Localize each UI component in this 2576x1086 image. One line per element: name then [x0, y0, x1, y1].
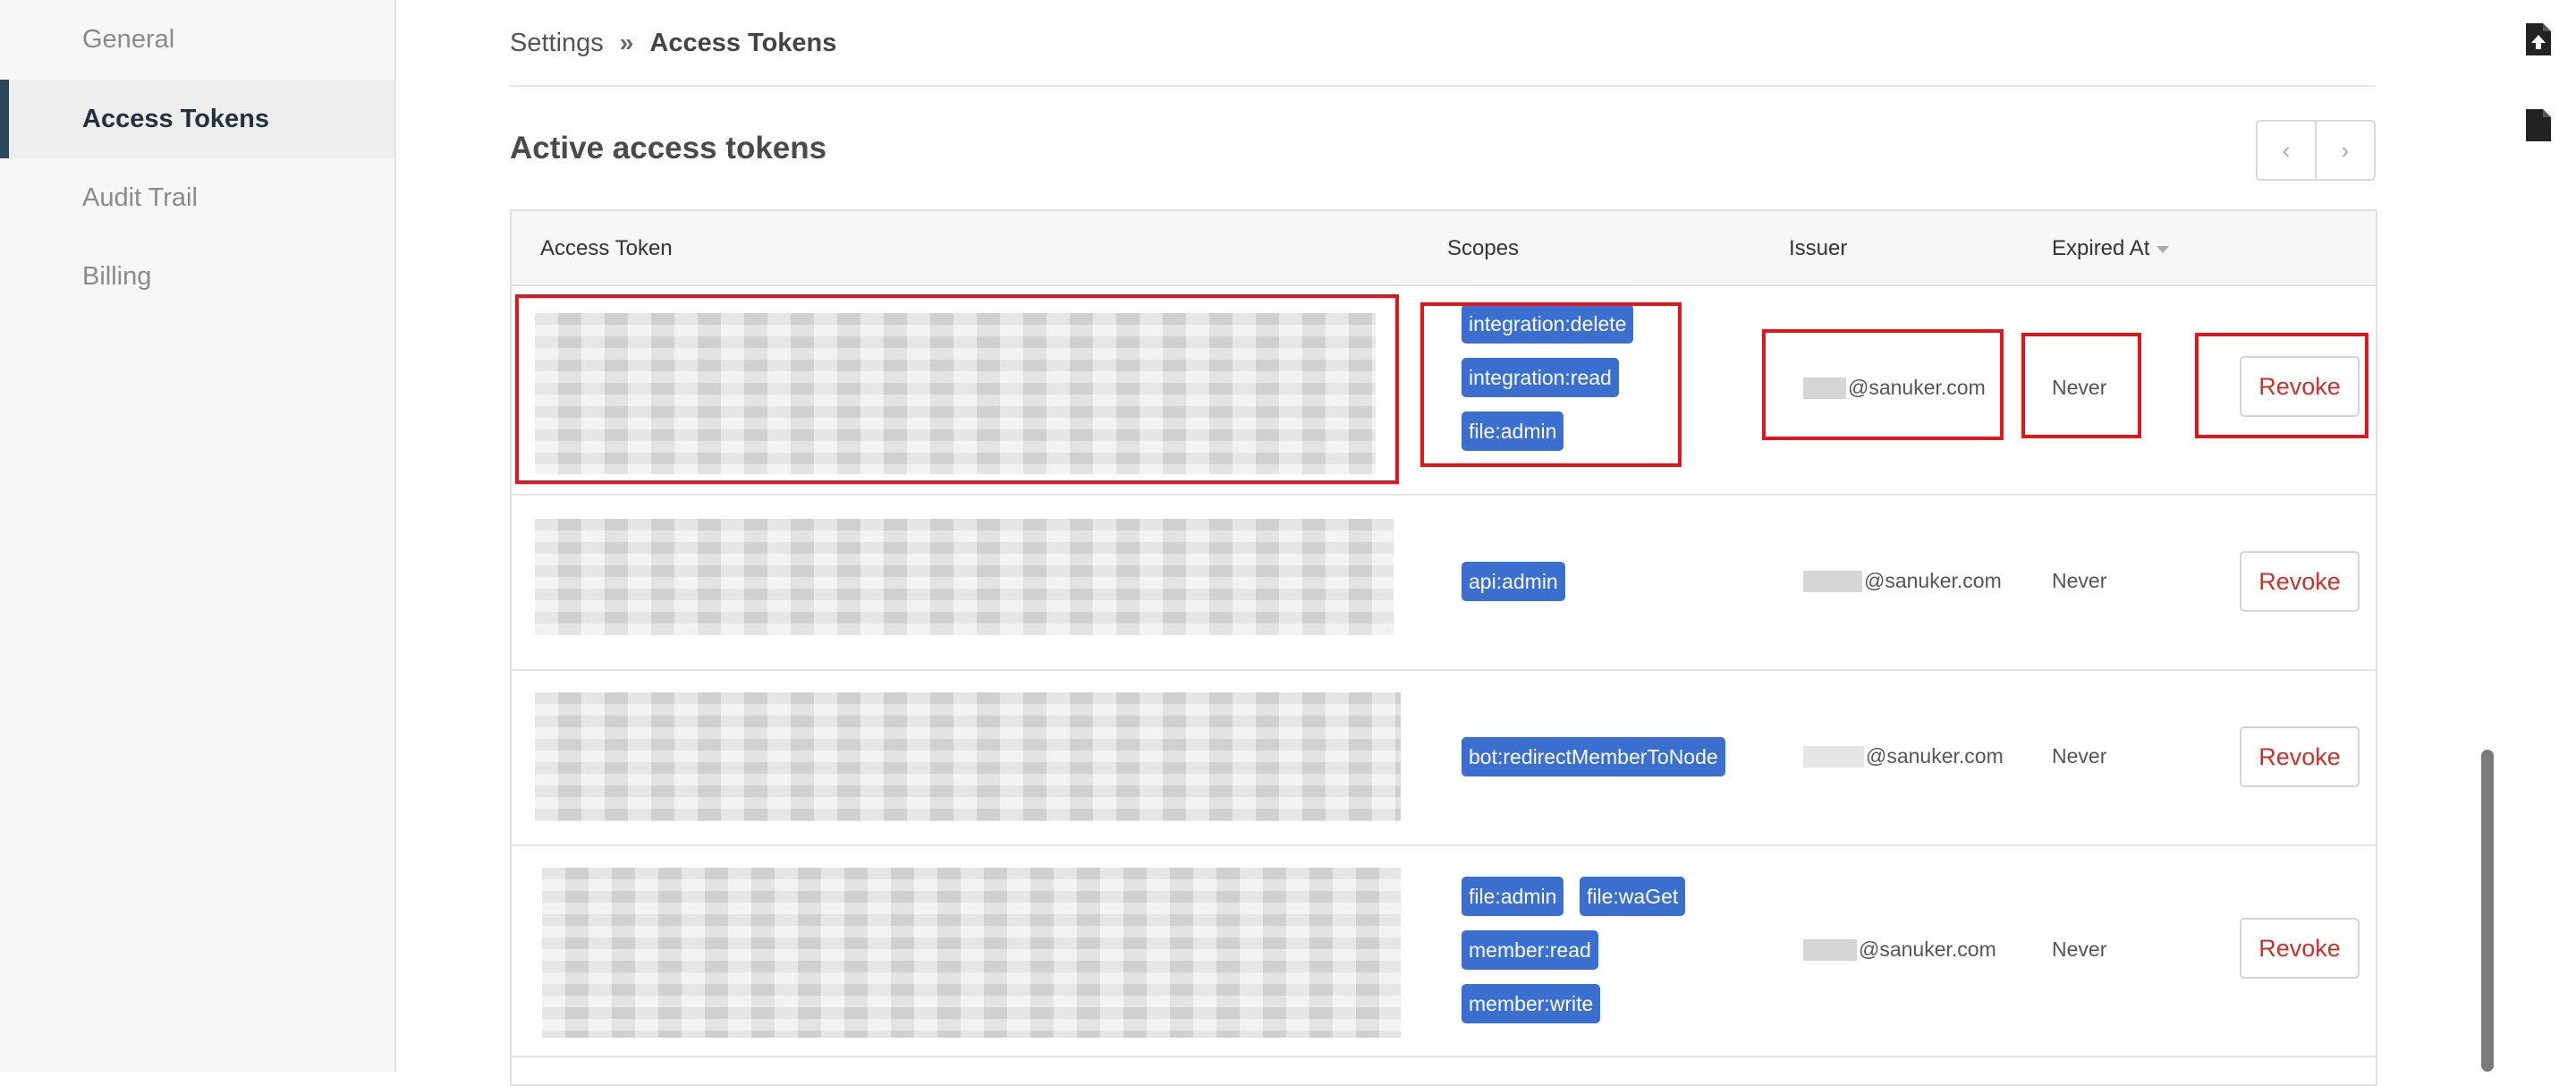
issuer-domain: @sanuker.com: [1866, 744, 2004, 768]
breadcrumb-current: Access Tokens: [649, 28, 837, 57]
table-header: Access Token Scopes Issuer Expired At: [512, 211, 2376, 286]
scope-badge: bot:redirectMemberToNode: [1462, 737, 1725, 776]
redacted-token: [542, 868, 1401, 1038]
sort-caret-icon: [2157, 245, 2170, 253]
highlight-box-expired: [2021, 333, 2141, 438]
right-toolbar: [2504, 0, 2576, 1072]
file-upload-icon[interactable]: [2524, 21, 2553, 57]
highlight-box-issuer: [1762, 329, 2004, 440]
table-row: bot:redirectMemberToNode @sanuker.com Ne…: [512, 671, 2376, 846]
header-divider: [510, 85, 2376, 87]
issuer-email: @sanuker.com: [1803, 744, 2004, 768]
issuer-email: @sanuker.com: [1803, 569, 2002, 593]
revoke-button[interactable]: Revoke: [2240, 726, 2360, 787]
highlight-box-token: [515, 294, 1399, 484]
sidebar-item-label: Audit Trail: [82, 182, 198, 212]
sidebar-item-label: Access Tokens: [82, 104, 270, 133]
sidebar-item-billing[interactable]: Billing: [0, 237, 394, 316]
scope-badge: api:admin: [1462, 562, 1565, 601]
page-title: Active access tokens: [510, 131, 827, 165]
column-header-expired-at[interactable]: Expired At: [2052, 236, 2170, 261]
revoke-button[interactable]: Revoke: [2240, 551, 2360, 612]
scope-badge: member:write: [1462, 984, 1601, 1023]
issuer-email: @sanuker.com: [1803, 938, 1996, 962]
issuer-domain: @sanuker.com: [1864, 569, 2002, 592]
pagination: ‹ ›: [2256, 120, 2376, 181]
table-row: api:admin @sanuker.com Never Revoke: [512, 496, 2376, 671]
sidebar-item-general[interactable]: General: [0, 0, 394, 79]
expired-at-value: Never: [2052, 938, 2107, 961]
breadcrumb-parent-link[interactable]: Settings: [510, 29, 604, 58]
highlight-box-revoke: [2195, 333, 2368, 438]
file-icon[interactable]: [2524, 107, 2553, 143]
column-header-issuer: Issuer: [1789, 236, 1848, 260]
column-header-label: Expired At: [2052, 236, 2150, 260]
revoke-button[interactable]: Revoke: [2240, 918, 2360, 979]
scope-badge: file:waGet: [1580, 877, 1686, 916]
redacted-user: [1803, 938, 1857, 961]
breadcrumb-separator-icon: »: [619, 29, 634, 56]
chevron-left-icon[interactable]: ‹: [2258, 122, 2315, 179]
sidebar-item-label: Billing: [82, 261, 152, 291]
redacted-user: [1803, 745, 1864, 768]
redacted-token: [535, 692, 1401, 821]
sidebar: General Access Tokens Audit Trail Billin…: [0, 0, 396, 1072]
redacted-user: [1803, 570, 1862, 592]
sidebar-item-audit-trail[interactable]: Audit Trail: [0, 158, 394, 237]
sidebar-item-label: General: [82, 24, 175, 54]
scope-badge: member:read: [1462, 930, 1598, 970]
breadcrumb: Settings » Access Tokens: [510, 25, 836, 61]
column-header-access-token: Access Token: [540, 236, 673, 260]
expired-at-value: Never: [2052, 569, 2107, 592]
issuer-domain: @sanuker.com: [1859, 938, 1996, 961]
chevron-right-icon[interactable]: ›: [2315, 122, 2374, 179]
table-row: file:admin file:waGet member:read member…: [512, 846, 2376, 1057]
redacted-token: [535, 519, 1394, 635]
scrollbar-thumb[interactable]: [2481, 750, 2494, 1072]
column-header-scopes: Scopes: [1447, 236, 1520, 260]
scope-badge: file:admin: [1462, 877, 1564, 916]
highlight-box-scopes: [1420, 302, 1682, 467]
expired-at-value: Never: [2052, 744, 2107, 768]
sidebar-item-access-tokens[interactable]: Access Tokens: [0, 80, 394, 158]
